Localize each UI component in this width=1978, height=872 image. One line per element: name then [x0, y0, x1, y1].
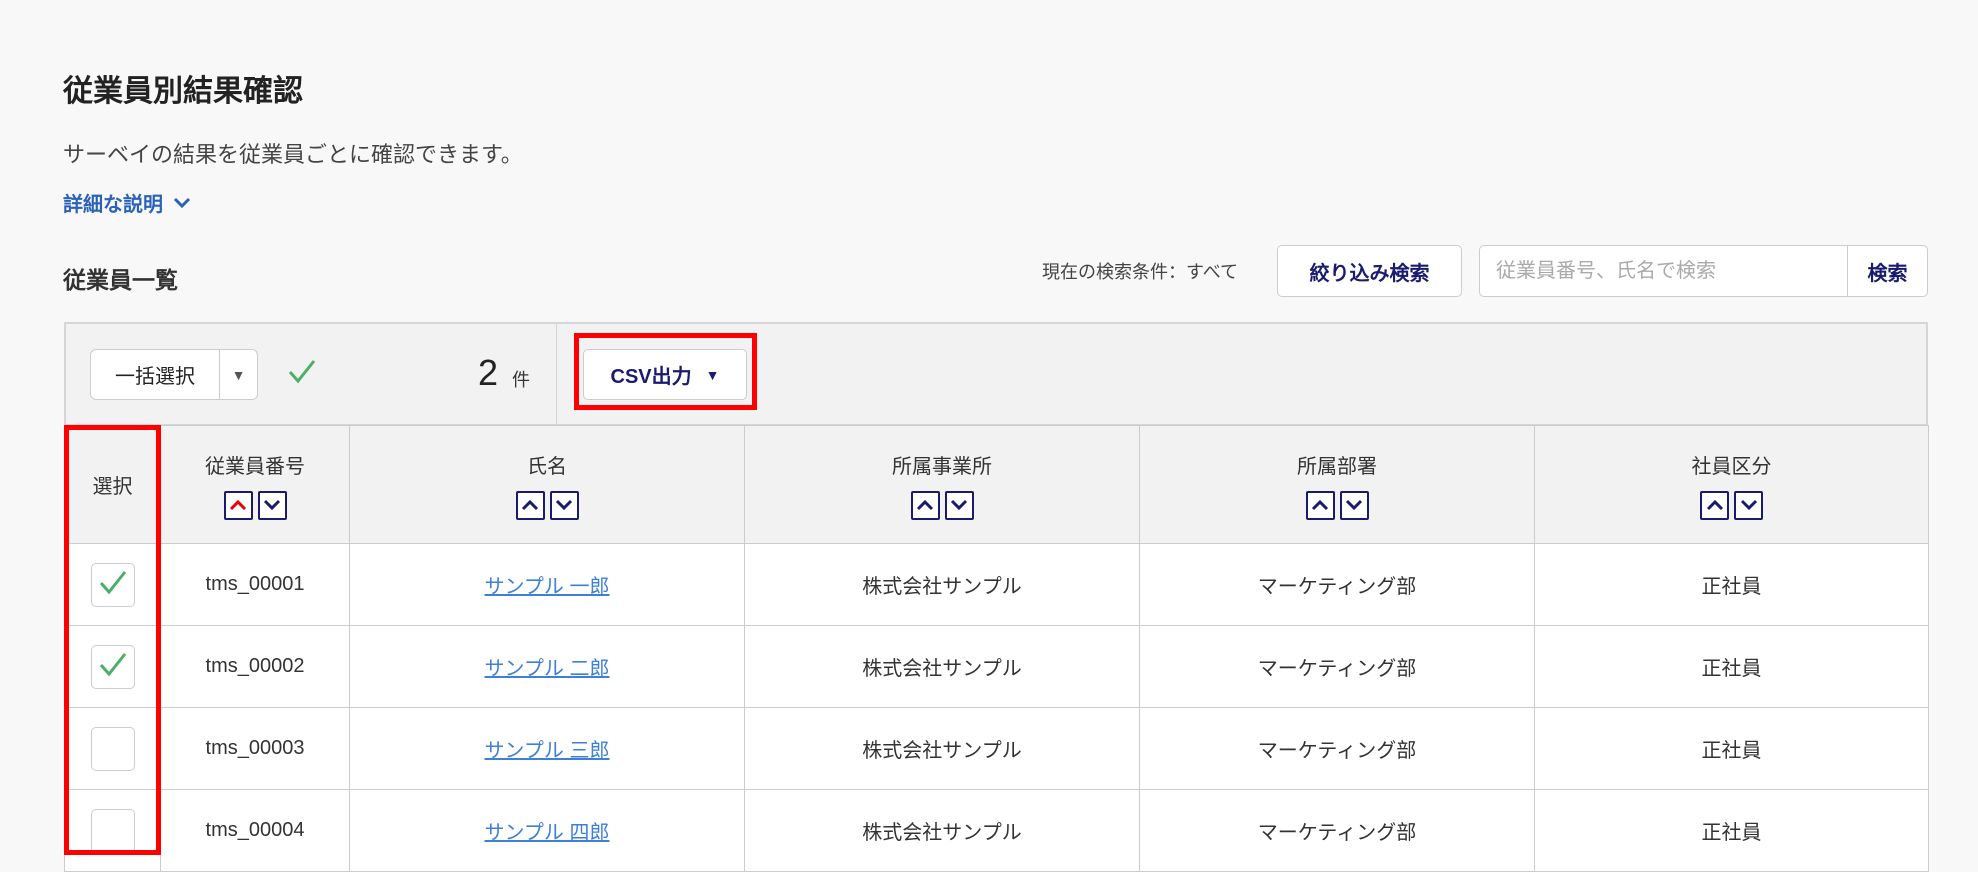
employee-id: tms_00003 — [160, 707, 350, 790]
sort-desc-button[interactable] — [549, 490, 579, 520]
employee-table: 選択 従業員番号 氏名 所属事業所 所属部署 社員区分 tms_00001 サンプル 一郎… — [64, 425, 1929, 872]
department-cell: マーケティング部 — [1139, 707, 1535, 790]
section-title: 従業員一覧 — [63, 267, 178, 293]
check-icon — [288, 360, 316, 384]
row-checkbox[interactable] — [90, 808, 135, 853]
column-header: 従業員番号 — [160, 425, 350, 544]
sort-desc-button[interactable] — [1339, 490, 1369, 520]
check-icon — [98, 651, 128, 683]
employee-id: tms_00001 — [160, 543, 350, 626]
office-cell: 株式会社サンプル — [744, 707, 1140, 790]
select-cell — [64, 789, 161, 872]
employee-id: tms_00004 — [160, 789, 350, 872]
csv-export-button[interactable]: CSV出力 ▼ — [583, 349, 747, 400]
column-header: 所属事業所 — [744, 425, 1140, 544]
column-header-label: 所属部署 — [1297, 455, 1377, 478]
search-condition: 現在の検索条件：すべて — [1042, 262, 1239, 282]
sort-asc-button[interactable] — [223, 490, 253, 520]
filter-search-button[interactable]: 絞り込み検索 — [1277, 245, 1462, 297]
office-cell: 株式会社サンプル — [744, 789, 1140, 872]
table-row: tms_00002 サンプル 二郎 株式会社サンプル マーケティング部 正社員 — [64, 625, 1929, 708]
column-header-label: 社員区分 — [1691, 455, 1772, 478]
row-checkbox[interactable] — [90, 726, 135, 771]
sort-desc-button[interactable] — [257, 490, 287, 520]
search-input[interactable] — [1480, 246, 1847, 296]
name-cell: サンプル 一郎 — [349, 543, 745, 626]
sort-desc-button[interactable] — [944, 490, 974, 520]
sort-asc-button[interactable] — [1700, 490, 1729, 520]
select-cell — [64, 707, 161, 790]
sort-asc-button[interactable] — [515, 490, 545, 520]
details-label: 詳細な説明 — [63, 194, 163, 216]
check-icon — [98, 569, 128, 601]
column-header: 氏名 — [349, 425, 745, 544]
employee-type-cell: 正社員 — [1534, 625, 1929, 708]
column-header: 所属部署 — [1139, 425, 1535, 544]
page-description: サーベイの結果を従業員ごとに確認できます。 — [63, 142, 523, 167]
column-header-label: 氏名 — [527, 455, 567, 478]
select-cell — [64, 543, 161, 626]
department-cell: マーケティング部 — [1139, 789, 1535, 872]
caret-down-icon[interactable]: ▼ — [219, 350, 257, 399]
employee-type-cell: 正社員 — [1534, 543, 1929, 626]
employee-name-link[interactable]: サンプル 四郎 — [485, 822, 610, 844]
row-checkbox[interactable] — [90, 562, 135, 607]
employee-type-cell: 正社員 — [1534, 707, 1929, 790]
employee-type-cell: 正社員 — [1534, 789, 1929, 872]
department-cell: マーケティング部 — [1139, 625, 1535, 708]
department-cell: マーケティング部 — [1139, 543, 1535, 626]
employee-name-link[interactable]: サンプル 三郎 — [485, 740, 610, 762]
column-header-label: 従業員番号 — [205, 455, 305, 478]
name-cell: サンプル 二郎 — [349, 625, 745, 708]
column-header: 社員区分 — [1534, 425, 1929, 544]
search-button[interactable]: 検索 — [1847, 246, 1927, 296]
row-checkbox[interactable] — [90, 644, 135, 689]
table-row: tms_00003 サンプル 三郎 株式会社サンプル マーケティング部 正社員 — [64, 707, 1929, 790]
column-header-label: 選択 — [92, 476, 133, 498]
sort-asc-button[interactable] — [910, 490, 940, 520]
office-cell: 株式会社サンプル — [744, 625, 1140, 708]
column-header: 選択 — [64, 425, 161, 544]
bulk-select-label[interactable]: 一括選択 — [91, 350, 219, 399]
table-row: tms_00004 サンプル 四郎 株式会社サンプル マーケティング部 正社員 — [64, 789, 1929, 872]
select-cell — [64, 625, 161, 708]
sort-asc-button[interactable] — [1305, 490, 1335, 520]
sort-desc-button[interactable] — [1734, 490, 1763, 520]
caret-down-icon: ▼ — [705, 366, 720, 383]
employee-id: tms_00002 — [160, 625, 350, 708]
page-title: 従業員別結果確認 — [63, 75, 303, 108]
csv-export-label: CSV出力 — [610, 366, 692, 388]
selected-count: 2 — [478, 352, 499, 393]
chevron-down-icon — [173, 197, 191, 208]
search-box: 検索 — [1479, 245, 1928, 297]
count-unit: 件 — [512, 370, 530, 390]
table-row: tms_00001 サンプル 一郎 株式会社サンプル マーケティング部 正社員 — [64, 543, 1929, 626]
office-cell: 株式会社サンプル — [744, 543, 1140, 626]
column-header-label: 所属事業所 — [892, 455, 992, 478]
name-cell: サンプル 四郎 — [349, 789, 745, 872]
details-toggle[interactable]: 詳細な説明 — [63, 188, 191, 217]
employee-name-link[interactable]: サンプル 一郎 — [485, 576, 610, 598]
name-cell: サンプル 三郎 — [349, 707, 745, 790]
bulk-select-dropdown[interactable]: 一括選択 ▼ — [90, 349, 258, 400]
employee-name-link[interactable]: サンプル 二郎 — [485, 658, 610, 680]
toolbar-divider — [556, 324, 557, 424]
table-toolbar — [64, 322, 1928, 426]
